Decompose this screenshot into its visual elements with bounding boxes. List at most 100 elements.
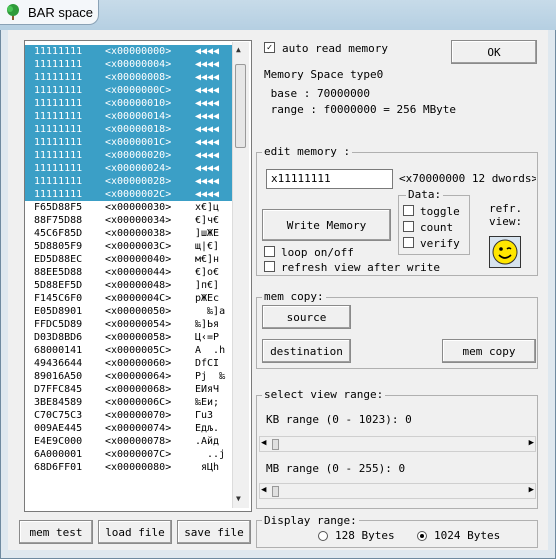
kb-range-scrollbar[interactable]: ◀ ▶ — [259, 436, 536, 452]
memory-value: C70C75C3 — [34, 410, 83, 421]
memory-value: 88EE5D88 — [34, 267, 83, 278]
memory-chars: ]п€] — [195, 280, 220, 291]
mem-copy-button[interactable]: mem copy — [442, 339, 536, 363]
list-item[interactable]: 11111111 <x00000000> ◀◀◀◀ — [25, 45, 235, 58]
count-label: count — [420, 221, 454, 234]
toggle-checkbox[interactable] — [403, 205, 414, 216]
mem-test-button[interactable]: mem test — [19, 520, 93, 544]
refresh-after-write-checkbox[interactable] — [264, 261, 275, 272]
list-item[interactable]: 11111111 <x0000000C> ◀◀◀◀ — [25, 84, 235, 97]
memory-chars: ..j — [195, 449, 226, 460]
view-range-group-label: select view range: — [262, 388, 386, 401]
list-item[interactable]: 11111111 <x00000008> ◀◀◀◀ — [25, 71, 235, 84]
memory-value: 5D88EF5D — [34, 280, 83, 291]
memory-chars: DfCI — [195, 358, 220, 369]
mb-range-scrollbar[interactable]: ◀ ▶ — [259, 483, 536, 499]
memory-chars: Pj ‰ — [195, 371, 226, 382]
list-item[interactable]: 5D8805F9 <x0000003C> щ|€] — [25, 240, 235, 253]
mb-range-thumb[interactable] — [272, 486, 279, 497]
list-item[interactable]: 11111111 <x00000004> ◀◀◀◀ — [25, 58, 235, 71]
list-item[interactable]: C70C75C3 <x00000070> Гu З — [25, 409, 235, 422]
ok-button[interactable]: OK — [451, 40, 537, 64]
memory-value: 68D6FF01 — [34, 462, 83, 473]
load-file-button[interactable]: load file — [98, 520, 172, 544]
auto-read-checkbox[interactable]: ✓ — [264, 42, 275, 53]
memory-chars: ◀◀◀◀ — [195, 46, 220, 57]
list-item[interactable]: 68D6FF01 <x00000080> яЦh — [25, 461, 235, 474]
radio-128-bytes[interactable] — [318, 531, 328, 541]
list-item[interactable]: 88F75D88 <x00000034> €]ч€ — [25, 214, 235, 227]
list-item[interactable]: E4E9C000 <x00000078> .Айд — [25, 435, 235, 448]
title-tab: BAR space — [0, 0, 99, 25]
list-item[interactable]: E05D8901 <x00000050> ‰]а — [25, 305, 235, 318]
source-button[interactable]: source — [262, 305, 351, 329]
memory-value: 45C6F85D — [34, 228, 83, 239]
memory-value: 11111111 — [34, 137, 83, 148]
list-item[interactable]: 11111111 <x0000001C> ◀◀◀◀ — [25, 136, 235, 149]
list-item[interactable]: 11111111 <x00000020> ◀◀◀◀ — [25, 149, 235, 162]
scroll-down-arrow-icon[interactable]: ▼ — [236, 494, 241, 503]
memory-space-type: Memory Space type0 — [264, 68, 384, 81]
scroll-left-arrow-icon[interactable]: ◀ — [261, 485, 266, 495]
memory-address: <x00000000> — [105, 46, 172, 57]
kb-range-label: KB range (0 - 1023): 0 — [266, 413, 412, 426]
destination-button[interactable]: destination — [262, 339, 351, 363]
memory-value: 11111111 — [34, 85, 83, 96]
list-item[interactable]: 3BE84589 <x0000006C> ‰Eи; — [25, 396, 235, 409]
save-file-button[interactable]: save file — [177, 520, 251, 544]
kb-range-thumb[interactable] — [272, 439, 279, 450]
memory-address: <x0000003C> — [105, 241, 172, 252]
list-item[interactable]: F65D88F5 <x00000030> х€]ц — [25, 201, 235, 214]
memory-base: base : 70000000 — [264, 87, 370, 100]
list-item[interactable]: 5D88EF5D <x00000048>]п€] — [25, 279, 235, 292]
list-vertical-scrollbar[interactable]: ▲ ▼ — [232, 42, 249, 508]
memory-address: <x00000050> — [105, 306, 172, 317]
memory-address: <x00000078> — [105, 436, 172, 447]
list-item[interactable]: ED5D88EC <x00000040> м€]н — [25, 253, 235, 266]
radio-1024-bytes[interactable] — [417, 531, 427, 541]
list-item[interactable]: 11111111 <x0000002C> ◀◀◀◀ — [25, 188, 235, 201]
scrollbar-thumb[interactable] — [235, 64, 246, 148]
refresh-view-button[interactable] — [489, 236, 521, 268]
list-item[interactable]: 009AE445 <x00000074> Eдљ. — [25, 422, 235, 435]
list-item[interactable]: 6A000001 <x0000007C> ..j — [25, 448, 235, 461]
memory-value-input[interactable]: x11111111 — [266, 169, 393, 189]
memory-chars: х€]ц — [195, 202, 220, 213]
list-item[interactable]: 11111111 <x00000024> ◀◀◀◀ — [25, 162, 235, 175]
write-memory-button[interactable]: Write Memory — [262, 209, 391, 241]
list-item[interactable]: 89016A50 <x00000064> Pj ‰ — [25, 370, 235, 383]
list-item[interactable]: 49436644 <x00000060> DfCI — [25, 357, 235, 370]
memory-value: 11111111 — [34, 176, 83, 187]
list-item[interactable]: FFDC5D89 <x00000054> ‰]Ья — [25, 318, 235, 331]
list-item[interactable]: 45C6F85D <x00000038>]шЖЕ — [25, 227, 235, 240]
list-item[interactable]: D7FFC845 <x00000068> EИяЧ — [25, 383, 235, 396]
count-checkbox[interactable] — [403, 221, 414, 232]
list-item[interactable]: F145C6F0 <x0000004C> рЖЕс — [25, 292, 235, 305]
memory-value: 11111111 — [34, 98, 83, 109]
memory-value: D03D8BD6 — [34, 332, 83, 343]
auto-read-label: auto read memory — [282, 42, 388, 55]
memory-chars: €]ч€ — [195, 215, 220, 226]
list-item[interactable]: D03D8BD6 <x00000058> Ц‹=Р — [25, 331, 235, 344]
scroll-right-arrow-icon[interactable]: ▶ — [529, 485, 534, 495]
memory-chars: ◀◀◀◀ — [195, 72, 220, 83]
list-item[interactable]: 11111111 <x00000014> ◀◀◀◀ — [25, 110, 235, 123]
list-item[interactable]: 68000141 <x0000005C> A .h — [25, 344, 235, 357]
memory-listbox[interactable]: 11111111 <x00000000> ◀◀◀◀ 11111111 <x0000000… — [24, 40, 252, 512]
memory-address: <x00000010> — [105, 98, 172, 109]
list-item[interactable]: 11111111 <x00000010> ◀◀◀◀ — [25, 97, 235, 110]
list-item[interactable]: 11111111 <x00000028> ◀◀◀◀ — [25, 175, 235, 188]
scroll-left-arrow-icon[interactable]: ◀ — [261, 438, 266, 448]
list-item[interactable]: 11111111 <x00000018> ◀◀◀◀ — [25, 123, 235, 136]
loop-checkbox[interactable] — [264, 246, 275, 257]
list-item[interactable]: 88EE5D88 <x00000044> €]о€ — [25, 266, 235, 279]
memory-address: <x00000058> — [105, 332, 172, 343]
memory-value: 49436644 — [34, 358, 83, 369]
memory-address: <x00000018> — [105, 124, 172, 135]
memory-chars: рЖЕс — [195, 293, 220, 304]
memory-chars: ◀◀◀◀ — [195, 111, 220, 122]
scroll-right-arrow-icon[interactable]: ▶ — [529, 438, 534, 448]
verify-checkbox[interactable] — [403, 237, 414, 248]
scroll-up-arrow-icon[interactable]: ▲ — [236, 45, 241, 54]
memory-range: range : f0000000 = 256 MByte — [264, 103, 457, 116]
